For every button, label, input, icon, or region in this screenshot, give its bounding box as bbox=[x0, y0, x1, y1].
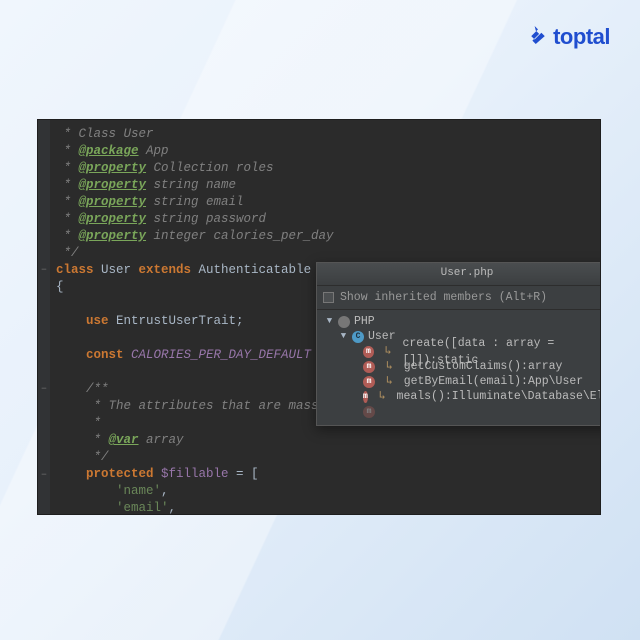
fold-marker-icon[interactable]: − bbox=[39, 265, 49, 275]
fold-marker-icon[interactable]: − bbox=[39, 384, 49, 394]
tree-row[interactable]: m bbox=[325, 404, 600, 419]
doc-tag: @package bbox=[79, 144, 139, 158]
doc-line: * Class User bbox=[56, 127, 154, 141]
tree-row[interactable]: ▼ PHP bbox=[325, 314, 600, 329]
method-icon: m bbox=[363, 406, 375, 418]
structure-popup[interactable]: User.php Show inherited members (Alt+R) … bbox=[316, 262, 600, 426]
doc-tag: @property bbox=[79, 229, 147, 243]
doc-tag: @var bbox=[109, 433, 139, 447]
brand-logo: toptal bbox=[529, 24, 610, 50]
doc-tag: @property bbox=[79, 161, 147, 175]
tree-row[interactable]: m ↳ getCustomClaims():array bbox=[325, 359, 600, 374]
lock-icon bbox=[338, 316, 350, 328]
method-icon: m bbox=[363, 376, 375, 388]
doc-tag: @property bbox=[79, 178, 147, 192]
member-label: meals():Illuminate\Database\Eloquent\Rel… bbox=[397, 388, 600, 405]
show-inherited-checkbox[interactable] bbox=[323, 292, 334, 303]
code-editor[interactable]: − − − * Class User * @package App * @pro… bbox=[38, 120, 600, 514]
method-icon: m bbox=[363, 361, 375, 373]
method-icon: m bbox=[363, 391, 368, 403]
editor-gutter: − − − bbox=[38, 120, 50, 514]
method-icon: m bbox=[363, 346, 374, 358]
popup-title: User.php bbox=[317, 263, 600, 286]
checkbox-label: Show inherited members (Alt+R) bbox=[340, 289, 547, 306]
doc-tag: @property bbox=[79, 212, 147, 226]
fold-marker-icon[interactable]: − bbox=[39, 470, 49, 480]
structure-tree[interactable]: ▼ PHP ▼ C User m ↳ create([data : array … bbox=[317, 310, 600, 425]
popup-toolbar: Show inherited members (Alt+R) ⚙ bbox=[317, 286, 600, 310]
brand-name: toptal bbox=[553, 24, 610, 50]
tree-row[interactable]: m ↳ create([data : array = []]):static bbox=[325, 344, 600, 359]
tree-row[interactable]: m ↳ getByEmail(email):App\User bbox=[325, 374, 600, 389]
tree-row[interactable]: m ↳ meals():Illuminate\Database\Eloquent… bbox=[325, 389, 600, 404]
logo-icon bbox=[529, 24, 547, 50]
chevron-down-icon[interactable]: ▼ bbox=[339, 328, 348, 345]
chevron-down-icon[interactable]: ▼ bbox=[325, 313, 334, 330]
doc-tag: @property bbox=[79, 195, 147, 209]
class-icon: C bbox=[352, 331, 364, 343]
